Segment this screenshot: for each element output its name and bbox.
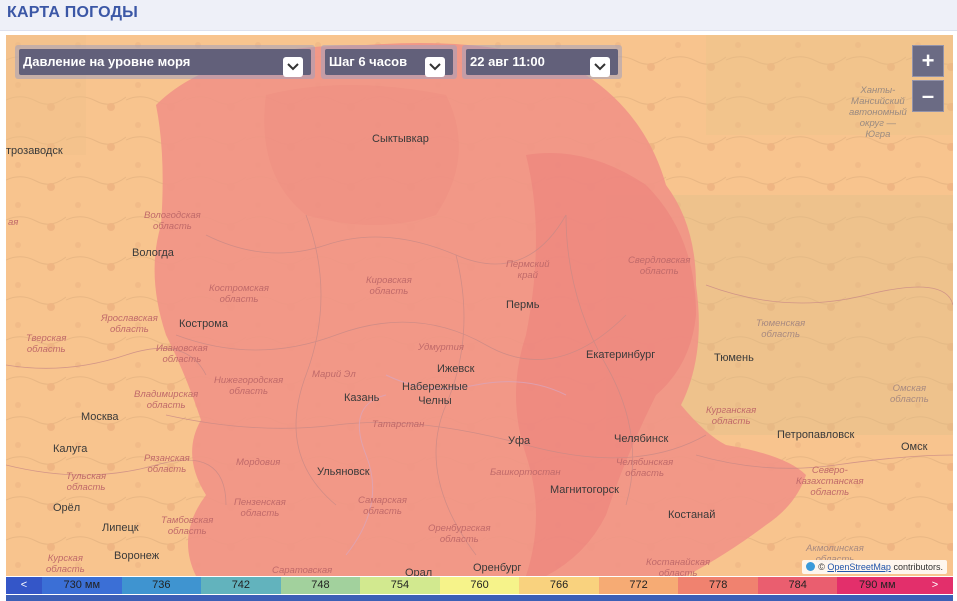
region-label: Вологодская область xyxy=(144,210,201,232)
region-label: Ханты- Мансийский автономный округ — Югр… xyxy=(849,85,907,140)
datetime-select-label: 22 авг 11:00 xyxy=(470,54,545,69)
region-label: Курганская область xyxy=(706,405,757,427)
region-label: ая xyxy=(8,217,19,228)
city-label: Костанай xyxy=(668,509,716,521)
region-label: Тульская область xyxy=(66,471,107,493)
city-label: трозаводск xyxy=(6,145,63,157)
region-label: Владимирская область xyxy=(134,389,199,411)
legend-item: 778 xyxy=(678,577,758,594)
city-label: Москва xyxy=(81,411,119,423)
legend-item: 748 xyxy=(280,577,361,594)
region-label: Ивановская область xyxy=(156,343,208,365)
city-label: Челябинск xyxy=(614,433,669,445)
region-label: Тамбовская область xyxy=(161,515,214,537)
chevron-down-icon[interactable] xyxy=(425,57,445,77)
bottom-bar xyxy=(6,595,953,601)
step-select-label: Шаг 6 часов xyxy=(329,54,408,69)
map-attribution: © OpenStreetMap contributors. xyxy=(802,560,947,574)
region-label: Тверская область xyxy=(26,333,67,355)
attribution-suffix: contributors. xyxy=(893,562,943,572)
region-label: Костромская область xyxy=(209,283,270,305)
region-label: Костанайская область xyxy=(646,557,711,576)
legend-item: 742 xyxy=(201,577,281,594)
city-label: Калуга xyxy=(53,443,88,455)
legend-next-arrow[interactable]: > xyxy=(917,577,954,594)
city-label: Вологда xyxy=(132,247,174,259)
city-label: Пермь xyxy=(506,299,540,311)
region-label: Тюменская область xyxy=(756,318,806,340)
zoom-out-button[interactable]: – xyxy=(912,80,944,112)
osm-link[interactable]: OpenStreetMap xyxy=(827,562,891,572)
city-label: Омск xyxy=(901,441,928,453)
region-label: Кировская область xyxy=(366,275,412,297)
region-label: Ярославская область xyxy=(101,313,158,335)
region-label: Удмуртия xyxy=(418,342,464,353)
city-label: Ульяновск xyxy=(317,466,370,478)
region-label: Мордовия xyxy=(236,457,281,468)
city-label: Кострома xyxy=(179,318,228,330)
city-label: Сыктывкар xyxy=(372,133,429,145)
page-header: КАРТА ПОГОДЫ xyxy=(0,0,957,31)
region-label: Курская область xyxy=(46,553,85,575)
city-label: Ижевск xyxy=(437,363,475,375)
city-label: Тюмень xyxy=(714,352,754,364)
region-label: Пермский край xyxy=(506,259,550,281)
city-label: Екатеринбург xyxy=(586,349,656,361)
legend-prev-arrow[interactable]: < xyxy=(6,577,42,594)
zoom-in-button[interactable]: + xyxy=(912,45,944,77)
city-label: Петропавловск xyxy=(777,429,855,441)
step-select[interactable]: Шаг 6 часов xyxy=(321,45,457,79)
region-label: Северо- Казахстанская область xyxy=(796,465,864,498)
region-label: Свердловская область xyxy=(628,255,691,277)
city-label: Орал xyxy=(405,567,433,576)
legend-item: 730 мм xyxy=(42,577,122,594)
pressure-legend: < 730 мм 736 742 748 754 760 766 772 778… xyxy=(6,577,954,594)
region-label: Саратовская xyxy=(272,565,333,576)
legend-item: 772 xyxy=(598,577,679,594)
chevron-down-icon[interactable] xyxy=(590,57,610,77)
city-label: Липецк xyxy=(102,522,139,534)
legend-item: 736 xyxy=(121,577,202,594)
datetime-select[interactable]: 22 авг 11:00 xyxy=(462,45,622,79)
city-label: Воронеж xyxy=(114,550,160,562)
region-label: Нижегородская область xyxy=(214,375,284,397)
page-title: КАРТА ПОГОДЫ xyxy=(7,4,139,21)
region-label: Омская область xyxy=(890,383,929,405)
region-label: Оренбургская область xyxy=(428,523,491,545)
parameter-select-label: Давление на уровне моря xyxy=(23,54,191,69)
city-label: Набережные Челны xyxy=(402,381,468,407)
weather-map[interactable]: Ханты- Мансийский автономный округ — Югр… xyxy=(6,35,953,576)
region-label: Челябинская область xyxy=(616,457,674,479)
attribution-prefix: © xyxy=(818,562,825,572)
chevron-down-icon[interactable] xyxy=(283,57,303,77)
legend-item: 784 xyxy=(757,577,838,594)
parameter-select[interactable]: Давление на уровне моря xyxy=(15,45,315,79)
region-label: Башкортостан xyxy=(490,467,561,478)
city-label: Уфа xyxy=(508,435,531,447)
city-label: Орёл xyxy=(53,502,81,514)
city-label: Казань xyxy=(344,392,380,404)
city-label: Оренбург xyxy=(473,562,522,574)
osm-logo-icon xyxy=(806,562,816,571)
city-label: Магнитогорск xyxy=(550,484,619,496)
legend-item: 754 xyxy=(360,577,440,594)
region-label: Самарская область xyxy=(358,495,407,517)
legend-item: 760 xyxy=(439,577,520,594)
legend-item: 790 мм xyxy=(837,577,918,594)
region-label: Татарстан xyxy=(372,419,425,430)
region-label: Марий Эл xyxy=(312,369,356,380)
region-label: Рязанская область xyxy=(144,453,190,475)
region-label: Пензенская область xyxy=(234,497,286,519)
legend-item: 766 xyxy=(519,577,599,594)
